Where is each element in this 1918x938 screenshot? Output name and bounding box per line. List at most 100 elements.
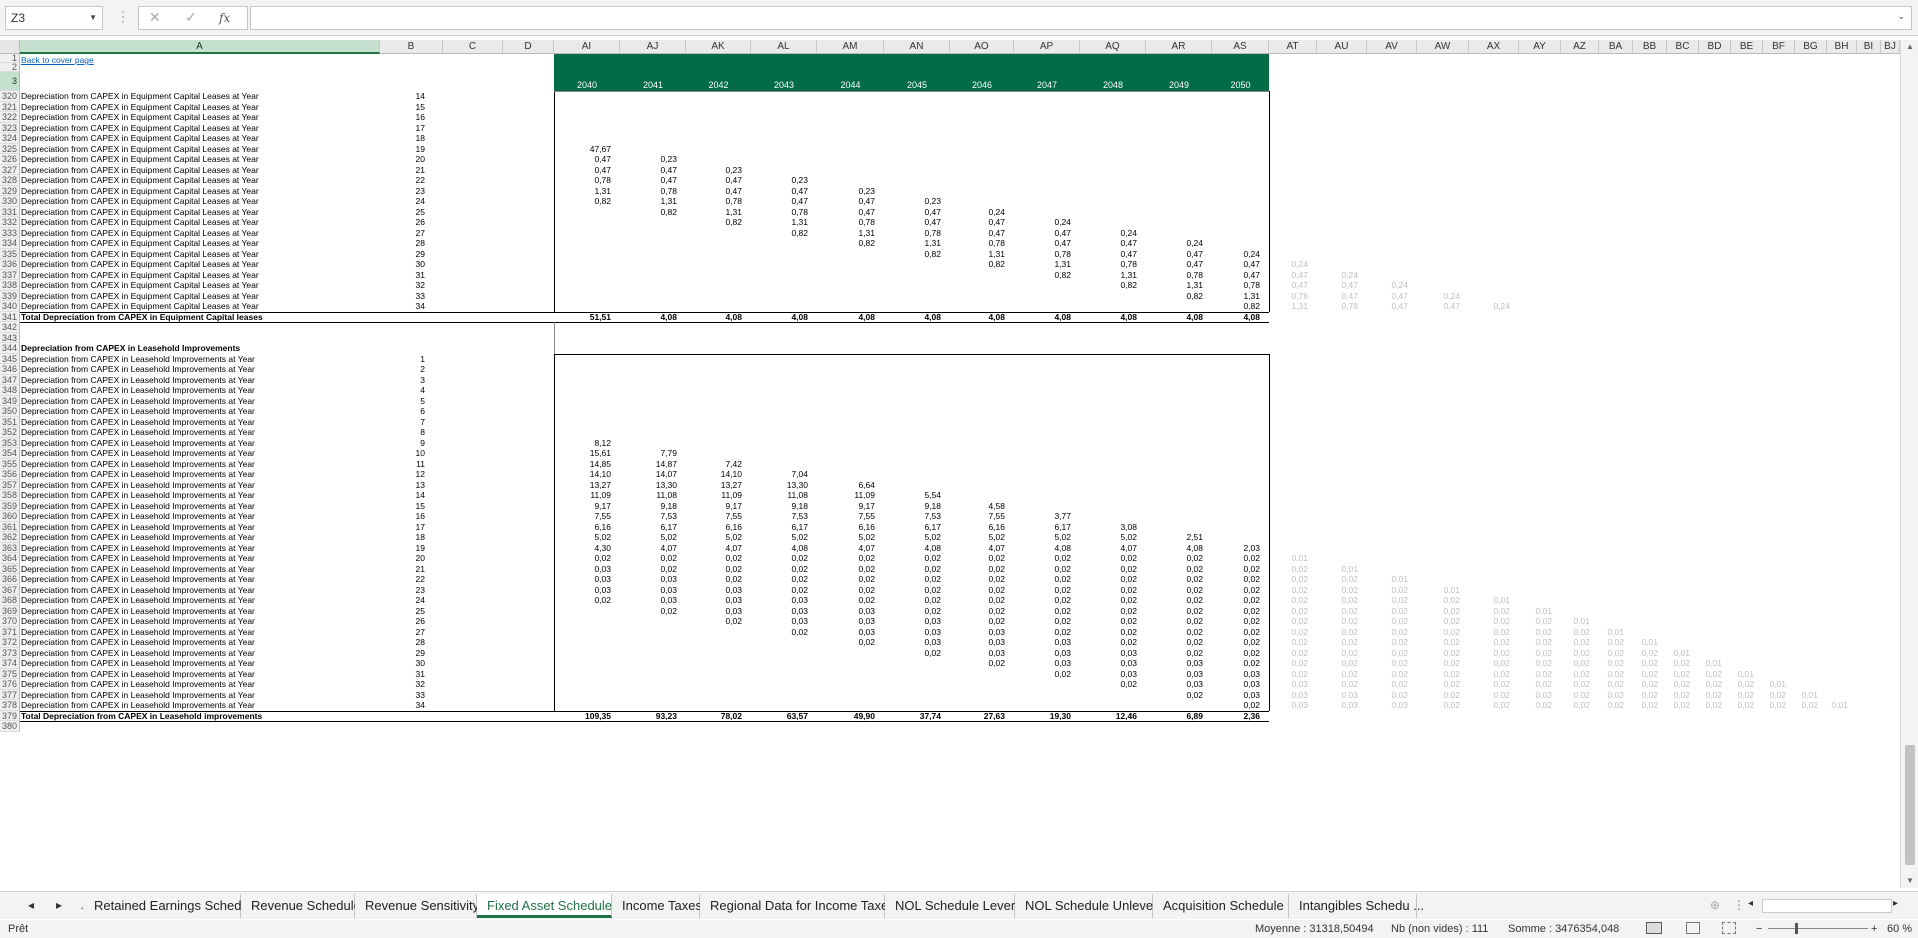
value-cell[interactable]: 0,02 xyxy=(1667,679,1690,690)
value-cell[interactable]: 0,47 xyxy=(686,175,742,186)
value-cell[interactable]: 9,17 xyxy=(554,501,611,512)
value-cell[interactable]: 0,78 xyxy=(686,196,742,207)
row-header[interactable]: 369 xyxy=(0,605,20,616)
value-cell[interactable]: 0,02 xyxy=(1014,606,1071,617)
row-header[interactable]: 346 xyxy=(0,364,20,375)
value-cell[interactable]: 13,27 xyxy=(554,480,611,491)
value-cell[interactable]: 0,03 xyxy=(1269,690,1308,701)
value-cell[interactable]: 0,02 xyxy=(950,585,1005,596)
value-cell[interactable]: 5,02 xyxy=(620,532,677,543)
value-cell[interactable]: 0,02 xyxy=(1417,637,1460,648)
total-value[interactable]: 12,46 xyxy=(1080,711,1137,722)
value-cell[interactable]: 0,01 xyxy=(1699,658,1722,669)
year-index[interactable]: 5 xyxy=(360,396,425,407)
year-index[interactable]: 27 xyxy=(360,228,425,239)
year-index[interactable]: 31 xyxy=(360,270,425,281)
value-cell[interactable]: 0,03 xyxy=(1317,700,1358,711)
value-cell[interactable]: 14,10 xyxy=(554,469,611,480)
value-cell[interactable]: 0,02 xyxy=(1469,679,1510,690)
row-header[interactable]: 345 xyxy=(0,353,20,364)
row-header[interactable]: 320 xyxy=(0,91,20,102)
value-cell[interactable]: 0,02 xyxy=(1269,574,1308,585)
hscroll-left-icon[interactable]: ◂ xyxy=(1748,898,1753,909)
value-cell[interactable]: 0,03 xyxy=(950,627,1005,638)
value-cell[interactable]: 0,02 xyxy=(1317,679,1358,690)
value-cell[interactable]: 0,02 xyxy=(817,574,875,585)
value-cell[interactable]: 0,47 xyxy=(1317,291,1358,302)
value-cell[interactable]: 11,08 xyxy=(751,490,808,501)
year-index[interactable]: 29 xyxy=(360,648,425,659)
value-cell[interactable]: 0,02 xyxy=(1417,627,1460,638)
value-cell[interactable]: 1,31 xyxy=(817,228,875,239)
row-label[interactable]: Depreciation from CAPEX in Leasehold Imp… xyxy=(21,606,376,617)
value-cell[interactable]: 0,02 xyxy=(1519,637,1552,648)
value-cell[interactable]: 0,02 xyxy=(1212,564,1260,575)
value-cell[interactable]: 0,02 xyxy=(1699,690,1722,701)
value-cell[interactable]: 0,02 xyxy=(1269,606,1308,617)
value-cell[interactable]: 0,02 xyxy=(1633,679,1658,690)
year-index[interactable]: 34 xyxy=(360,700,425,711)
value-cell[interactable]: 0,02 xyxy=(1519,658,1552,669)
value-cell[interactable]: 0,24 xyxy=(1367,280,1408,291)
row-header[interactable]: 342 xyxy=(0,322,20,333)
column-header-ak[interactable]: AK xyxy=(686,40,751,54)
value-cell[interactable]: 0,02 xyxy=(1080,637,1137,648)
value-cell[interactable]: 0,02 xyxy=(1469,627,1510,638)
row-label[interactable]: Depreciation from CAPEX in Equipment Cap… xyxy=(21,270,376,281)
value-cell[interactable]: 0,02 xyxy=(1146,627,1203,638)
value-cell[interactable]: 0,03 xyxy=(817,616,875,627)
column-header-bg[interactable]: BG xyxy=(1795,40,1827,54)
row-header[interactable]: 361 xyxy=(0,521,20,532)
row-header[interactable]: 354 xyxy=(0,448,20,459)
value-cell[interactable]: 0,03 xyxy=(950,648,1005,659)
value-cell[interactable]: 0,02 xyxy=(1367,690,1408,701)
value-cell[interactable]: 0,03 xyxy=(620,574,677,585)
value-cell[interactable]: 0,01 xyxy=(1795,690,1818,701)
value-cell[interactable]: 4,08 xyxy=(1014,543,1071,554)
value-cell[interactable]: 0,02 xyxy=(1469,606,1510,617)
row-header[interactable]: 321 xyxy=(0,101,20,112)
value-cell[interactable]: 0,02 xyxy=(1269,616,1308,627)
value-cell[interactable]: 0,02 xyxy=(1417,690,1460,701)
value-cell[interactable]: 0,02 xyxy=(1080,553,1137,564)
row-header[interactable]: 335 xyxy=(0,248,20,259)
row-label[interactable]: Depreciation from CAPEX in Leasehold Imp… xyxy=(21,354,376,365)
value-cell[interactable]: 0,02 xyxy=(817,553,875,564)
value-cell[interactable]: 1,31 xyxy=(1212,291,1260,302)
year-index[interactable]: 19 xyxy=(360,543,425,554)
row-label[interactable]: Depreciation from CAPEX in Leasehold Imp… xyxy=(21,637,376,648)
value-cell[interactable]: 0,02 xyxy=(751,574,808,585)
value-cell[interactable]: 13,30 xyxy=(620,480,677,491)
value-cell[interactable]: 11,09 xyxy=(554,490,611,501)
hscroll-right-icon[interactable]: ▸ xyxy=(1893,898,1898,909)
value-cell[interactable]: 0,03 xyxy=(1080,658,1137,669)
value-cell[interactable]: 0,02 xyxy=(686,616,742,627)
row-header[interactable]: 340 xyxy=(0,301,20,312)
total-value[interactable]: 4,08 xyxy=(686,312,742,323)
value-cell[interactable]: 0,03 xyxy=(554,585,611,596)
row-header[interactable]: 380 xyxy=(0,721,20,732)
total-value[interactable]: 4,08 xyxy=(884,312,941,323)
value-cell[interactable]: 0,02 xyxy=(1014,616,1071,627)
row-label[interactable]: Depreciation from CAPEX in Leasehold Imp… xyxy=(21,690,376,701)
value-cell[interactable]: 0,02 xyxy=(1317,574,1358,585)
value-cell[interactable]: 11,09 xyxy=(817,490,875,501)
value-cell[interactable]: 0,23 xyxy=(751,175,808,186)
value-cell[interactable]: 0,02 xyxy=(1417,679,1460,690)
value-cell[interactable]: 0,03 xyxy=(620,585,677,596)
column-header-al[interactable]: AL xyxy=(751,40,817,54)
row-header[interactable]: 373 xyxy=(0,647,20,658)
value-cell[interactable]: 0,03 xyxy=(1212,690,1260,701)
scroll-up-icon[interactable]: ▲ xyxy=(1906,42,1914,51)
value-cell[interactable]: 0,47 xyxy=(1080,238,1137,249)
row-label[interactable]: Depreciation from CAPEX in Leasehold Imp… xyxy=(21,574,376,585)
value-cell[interactable]: 0,02 xyxy=(1146,595,1203,606)
value-cell[interactable]: 0,03 xyxy=(686,585,742,596)
row-label[interactable]: Depreciation from CAPEX in Leasehold Imp… xyxy=(21,648,376,659)
value-cell[interactable]: 0,02 xyxy=(950,606,1005,617)
sheet-tab[interactable]: Retained Earnings Schedule xyxy=(84,894,259,918)
value-cell[interactable]: 0,02 xyxy=(554,595,611,606)
row-label[interactable]: Depreciation from CAPEX in Leasehold Imp… xyxy=(21,427,376,438)
row-label[interactable]: Depreciation from CAPEX in Leasehold Imp… xyxy=(21,406,376,417)
row-header[interactable]: 339 xyxy=(0,290,20,301)
